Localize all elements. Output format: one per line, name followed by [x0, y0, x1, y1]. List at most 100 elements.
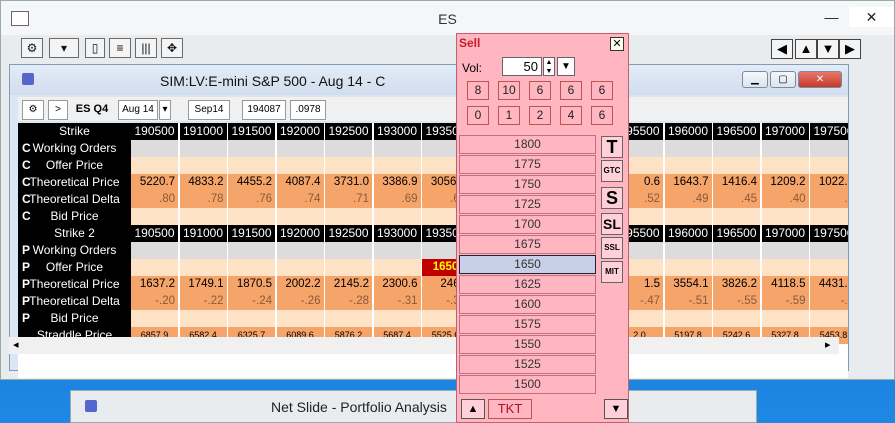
- grid-cell[interactable]: [373, 310, 422, 327]
- grid-cell[interactable]: [761, 242, 810, 259]
- price-level-button[interactable]: 1675: [459, 235, 596, 254]
- grid-cell[interactable]: .3: [810, 191, 848, 208]
- grid-cell[interactable]: 1022.5: [810, 174, 848, 191]
- grid-cell[interactable]: 4087.4: [276, 174, 325, 191]
- grid-cell[interactable]: 4431.3: [810, 276, 848, 293]
- grid-cell[interactable]: [713, 208, 761, 225]
- grid-cell[interactable]: 3826.2: [713, 276, 761, 293]
- quantity-preset-button[interactable]: 2: [529, 106, 551, 125]
- row-view-icon[interactable]: ≡: [109, 38, 131, 58]
- strike-cell[interactable]: 191500: [228, 123, 276, 140]
- scroll-up-icon[interactable]: ▲: [461, 399, 485, 419]
- symbol-dropdown-icon[interactable]: ▾: [49, 38, 79, 58]
- price-level-button[interactable]: 1750: [459, 175, 596, 194]
- settings-icon[interactable]: ⚙: [22, 100, 44, 120]
- grid-cell[interactable]: [131, 242, 179, 259]
- grid-cell[interactable]: [761, 157, 810, 174]
- grid-cell[interactable]: 4455.2: [228, 174, 276, 191]
- scroll-down-icon[interactable]: ▼: [604, 399, 628, 419]
- grid-cell[interactable]: -.24: [228, 293, 276, 310]
- grid-cell[interactable]: -.6: [810, 293, 848, 310]
- grid-cell[interactable]: 1870.5: [228, 276, 276, 293]
- grid-cell[interactable]: [664, 310, 713, 327]
- grid-cell[interactable]: [713, 157, 761, 174]
- grid-cell[interactable]: 4833.2: [179, 174, 228, 191]
- grid-cell[interactable]: 4118.5: [761, 276, 810, 293]
- vol-field[interactable]: .0978: [290, 100, 326, 120]
- grid-view-icon[interactable]: |||: [135, 38, 157, 58]
- expand-button[interactable]: >: [48, 100, 68, 120]
- price-level-button[interactable]: 1625: [459, 275, 596, 294]
- grid-cell[interactable]: [131, 140, 179, 157]
- grid-cell[interactable]: [664, 242, 713, 259]
- arrow-up-icon[interactable]: ▲: [795, 39, 817, 59]
- scroll-left-icon[interactable]: ◂: [13, 338, 19, 351]
- grid-cell[interactable]: [664, 157, 713, 174]
- quantity-preset-button[interactable]: 6: [560, 81, 582, 100]
- grid-cell[interactable]: 3554.1: [664, 276, 713, 293]
- price-level-button[interactable]: 1575: [459, 315, 596, 334]
- move-icon[interactable]: ✥: [161, 38, 183, 58]
- grid-cell[interactable]: [131, 310, 179, 327]
- strike-cell[interactable]: 196000: [664, 123, 713, 140]
- grid-cell[interactable]: [664, 140, 713, 157]
- net-slide-window[interactable]: Net Slide - Portfolio Analysis: [70, 390, 757, 423]
- inner-close-button[interactable]: ✕: [798, 71, 842, 88]
- price-field[interactable]: 194087: [242, 100, 286, 120]
- grid-cell[interactable]: [179, 208, 228, 225]
- grid-cell[interactable]: [228, 208, 276, 225]
- grid-cell[interactable]: 2300.6: [373, 276, 422, 293]
- strike-cell[interactable]: 196500: [713, 123, 761, 140]
- grid-cell[interactable]: [325, 140, 373, 157]
- grid-cell[interactable]: 1209.2: [761, 174, 810, 191]
- option-chain-titlebar[interactable]: SIM:LV:E-mini S&P 500 - Aug 14 - C ▁ ▢ ✕: [10, 65, 848, 95]
- price-level-button[interactable]: 1600: [459, 295, 596, 314]
- grid-cell[interactable]: [373, 259, 422, 276]
- grid-cell[interactable]: -.20: [131, 293, 179, 310]
- quantity-preset-button[interactable]: 6: [591, 106, 613, 125]
- grid-cell[interactable]: [664, 208, 713, 225]
- vol-input[interactable]: 50: [502, 57, 542, 76]
- grid-cell[interactable]: [179, 157, 228, 174]
- time-in-force-t-button[interactable]: T: [601, 136, 623, 158]
- grid-cell[interactable]: 5220.7: [131, 174, 179, 191]
- grid-cell[interactable]: 2145.2: [325, 276, 373, 293]
- settings-icon[interactable]: ⚙: [21, 38, 43, 58]
- grid-cell[interactable]: [179, 259, 228, 276]
- grid-cell[interactable]: [810, 140, 848, 157]
- grid-cell[interactable]: [373, 208, 422, 225]
- grid-cell[interactable]: 3386.9: [373, 174, 422, 191]
- stop-limit-button[interactable]: SL: [601, 213, 623, 235]
- vol-stepper-icon[interactable]: ▲ ▼: [543, 57, 555, 76]
- strike-cell[interactable]: 196500: [713, 225, 761, 242]
- grid-cell[interactable]: -.31: [373, 293, 422, 310]
- strike-cell[interactable]: 197000: [761, 225, 810, 242]
- strike-cell[interactable]: 193000: [373, 123, 422, 140]
- grid-cell[interactable]: [228, 140, 276, 157]
- grid-cell[interactable]: [761, 140, 810, 157]
- grid-cell[interactable]: [228, 157, 276, 174]
- quantity-preset-button[interactable]: 8: [467, 81, 489, 100]
- grid-cell[interactable]: [276, 140, 325, 157]
- grid-cell[interactable]: .76: [228, 191, 276, 208]
- strike-cell[interactable]: 193000: [373, 225, 422, 242]
- grid-cell[interactable]: [228, 242, 276, 259]
- grid-cell[interactable]: [713, 259, 761, 276]
- grid-cell[interactable]: .45: [713, 191, 761, 208]
- grid-cell[interactable]: .49: [664, 191, 713, 208]
- strike-cell[interactable]: 196000: [664, 225, 713, 242]
- price-level-button[interactable]: 1650: [459, 255, 596, 274]
- price-level-button[interactable]: 1800: [459, 135, 596, 154]
- grid-cell[interactable]: 1749.1: [179, 276, 228, 293]
- expiry-select[interactable]: Aug 14: [118, 100, 158, 120]
- grid-cell[interactable]: [276, 310, 325, 327]
- grid-cell[interactable]: [761, 259, 810, 276]
- grid-cell[interactable]: [131, 259, 179, 276]
- grid-cell[interactable]: [373, 242, 422, 259]
- price-level-button[interactable]: 1500: [459, 375, 596, 394]
- grid-cell[interactable]: [713, 310, 761, 327]
- grid-cell[interactable]: [810, 242, 848, 259]
- strike-cell[interactable]: 192500: [325, 225, 373, 242]
- grid-cell[interactable]: [228, 310, 276, 327]
- strike-cell[interactable]: 192000: [276, 225, 325, 242]
